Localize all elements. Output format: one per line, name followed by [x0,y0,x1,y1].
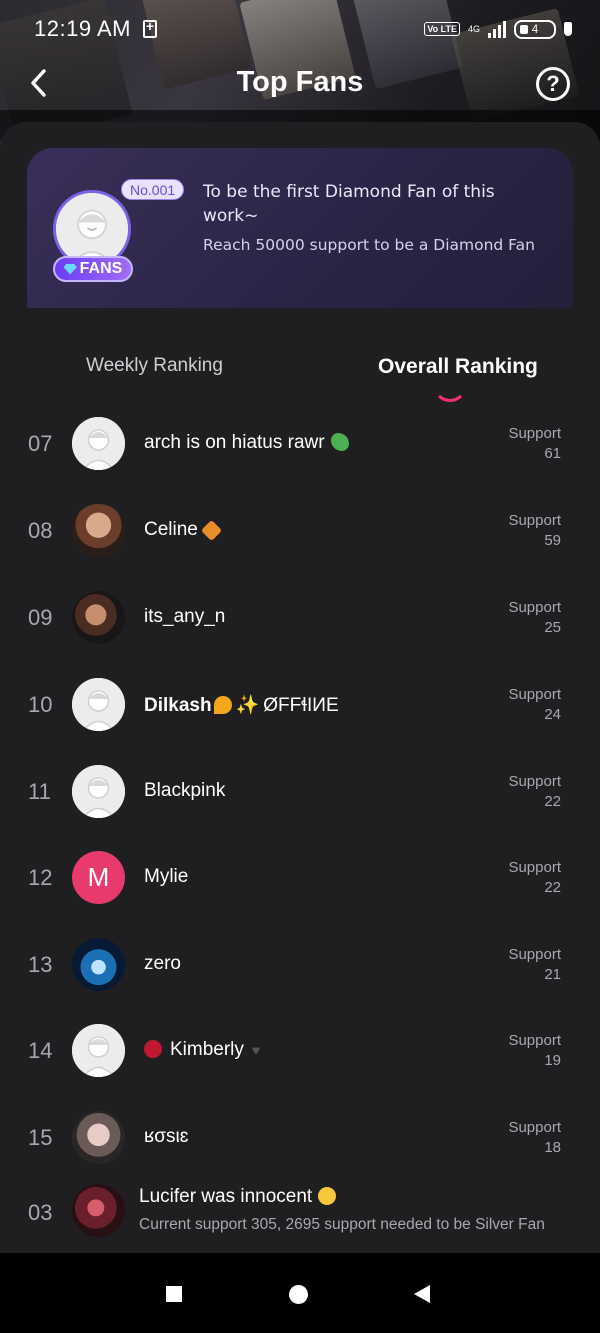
rose-icon [144,1040,162,1058]
rank-number: 11 [28,779,51,804]
rank-number: 07 [28,431,53,456]
support-value: 59 [544,532,561,549]
support-label: Support [508,773,561,790]
fan-name: arch is on hiatus rawr [144,432,349,454]
signal-icon [488,20,506,38]
avatar [72,938,125,991]
tab-weekly-ranking[interactable]: Weekly Ranking [86,355,223,377]
tab-overall-ranking[interactable]: Overall Ranking [378,355,538,379]
rank-number: 13 [28,952,53,977]
my-rank-row[interactable]: 03 Lucifer was innocent Current support … [0,1180,600,1250]
black-heart-icon: ♥ [251,1042,261,1058]
network-type: 4G [467,24,480,34]
battery-level: 4 [531,22,539,36]
support-label: Support [508,512,561,529]
fan-name: its_any_n [144,606,226,627]
mango-icon [213,696,232,714]
fan-name: Mylie [144,866,189,887]
fan-name: Blackpink [144,780,226,801]
support-value: 21 [544,966,561,983]
default-avatar-icon [72,765,125,818]
maple-leaf-icon [200,519,222,542]
volte-icon: Vo LTE [424,22,460,36]
rank-number: 08 [28,518,53,543]
battery-icon: 4 [514,19,556,39]
list-item[interactable]: 13 zero Support 21 [0,922,600,1008]
avatar [72,678,125,731]
recents-icon[interactable] [166,1286,182,1302]
sd-card-icon [142,18,157,38]
my-name: Lucifer was innocent [139,1186,337,1208]
list-item[interactable]: 08 Celine Support 59 [0,488,600,574]
dinosaur-icon [330,433,349,451]
rank-number: 10 [28,692,53,717]
rank-number: 09 [28,605,53,630]
support-label: Support [508,946,561,963]
list-item[interactable]: 12 M Mylie Support 22 [0,835,600,921]
diamond-icon [63,263,77,275]
default-avatar-icon [56,193,128,265]
sparkles-icon: ✨ [235,695,260,716]
number-tag: No.001 [121,179,185,200]
support-label: Support [508,1032,561,1049]
fan-name: ʁσsιɛ [144,1126,189,1147]
default-avatar-icon [72,678,125,731]
support-label: Support [508,599,561,616]
help-icon[interactable]: ? [536,67,570,101]
list-item[interactable]: 07 arch is on hiatus rawr Support 61 [0,401,600,487]
fan-name: Celine [144,519,222,542]
system-nav-bar [0,1253,600,1333]
fans-badge-label: FANS [79,260,123,277]
fans-badge: FANS [53,256,133,282]
banner-headline: To be the first Diamond Fan of this work… [203,182,495,226]
page-title: Top Fans [236,66,364,98]
fan-name: Kimberly ♥ [144,1039,260,1061]
support-label: Support [508,425,561,442]
system-back-icon[interactable] [414,1285,430,1303]
status-bar: 12:19 AM Vo LTE 4G 4 [0,0,600,58]
support-value: 18 [544,1139,561,1156]
list-item[interactable]: 11 Blackpink Support 22 [0,749,600,835]
list-item[interactable]: 09 its_any_n Support 25 [0,575,600,661]
avatar [72,765,125,818]
avatar: M [72,851,125,904]
diamond-fan-banner: No.001 FANS To be the first Diamond Fan … [27,148,573,308]
avatar [72,1024,125,1077]
charging-icon [564,22,572,36]
rank-number: 15 [28,1125,53,1150]
support-value: 19 [544,1052,561,1069]
status-time: 12:19 AM [34,16,131,41]
support-value: 22 [544,793,561,810]
support-value: 24 [544,706,561,723]
list-item[interactable]: 15 ʁσsιɛ Support 18 [0,1095,600,1181]
kissing-face-icon [318,1187,337,1205]
avatar [72,1111,125,1164]
support-value: 22 [544,879,561,896]
list-item[interactable]: 10 Dilkash ✨ ØFFɬIИE Support 24 [0,662,600,748]
my-support-progress: Current support 305, 2695 support needed… [139,1216,545,1233]
support-label: Support [508,686,561,703]
fan-name: zero [144,953,181,974]
support-value: 25 [544,619,561,636]
avatar [72,504,125,557]
support-label: Support [508,1119,561,1136]
avatar [72,591,125,644]
fan-name: Dilkash ✨ ØFFɬIИE [144,695,339,716]
rank-number: 12 [28,865,53,890]
support-value: 61 [544,445,561,462]
default-avatar-icon [72,417,125,470]
default-avatar-icon [72,1024,125,1077]
support-label: Support [508,859,561,876]
home-icon[interactable] [289,1285,308,1304]
rank-number: 14 [28,1038,53,1063]
my-rank-number: 03 [28,1200,53,1225]
avatar [72,417,125,470]
top-nav: Top Fans ? [0,58,600,110]
banner-subtext: Reach 50000 support to be a Diamond Fan [203,236,535,254]
my-avatar [72,1184,125,1237]
list-item[interactable]: 14 Kimberly ♥ Support 19 [0,1008,600,1094]
